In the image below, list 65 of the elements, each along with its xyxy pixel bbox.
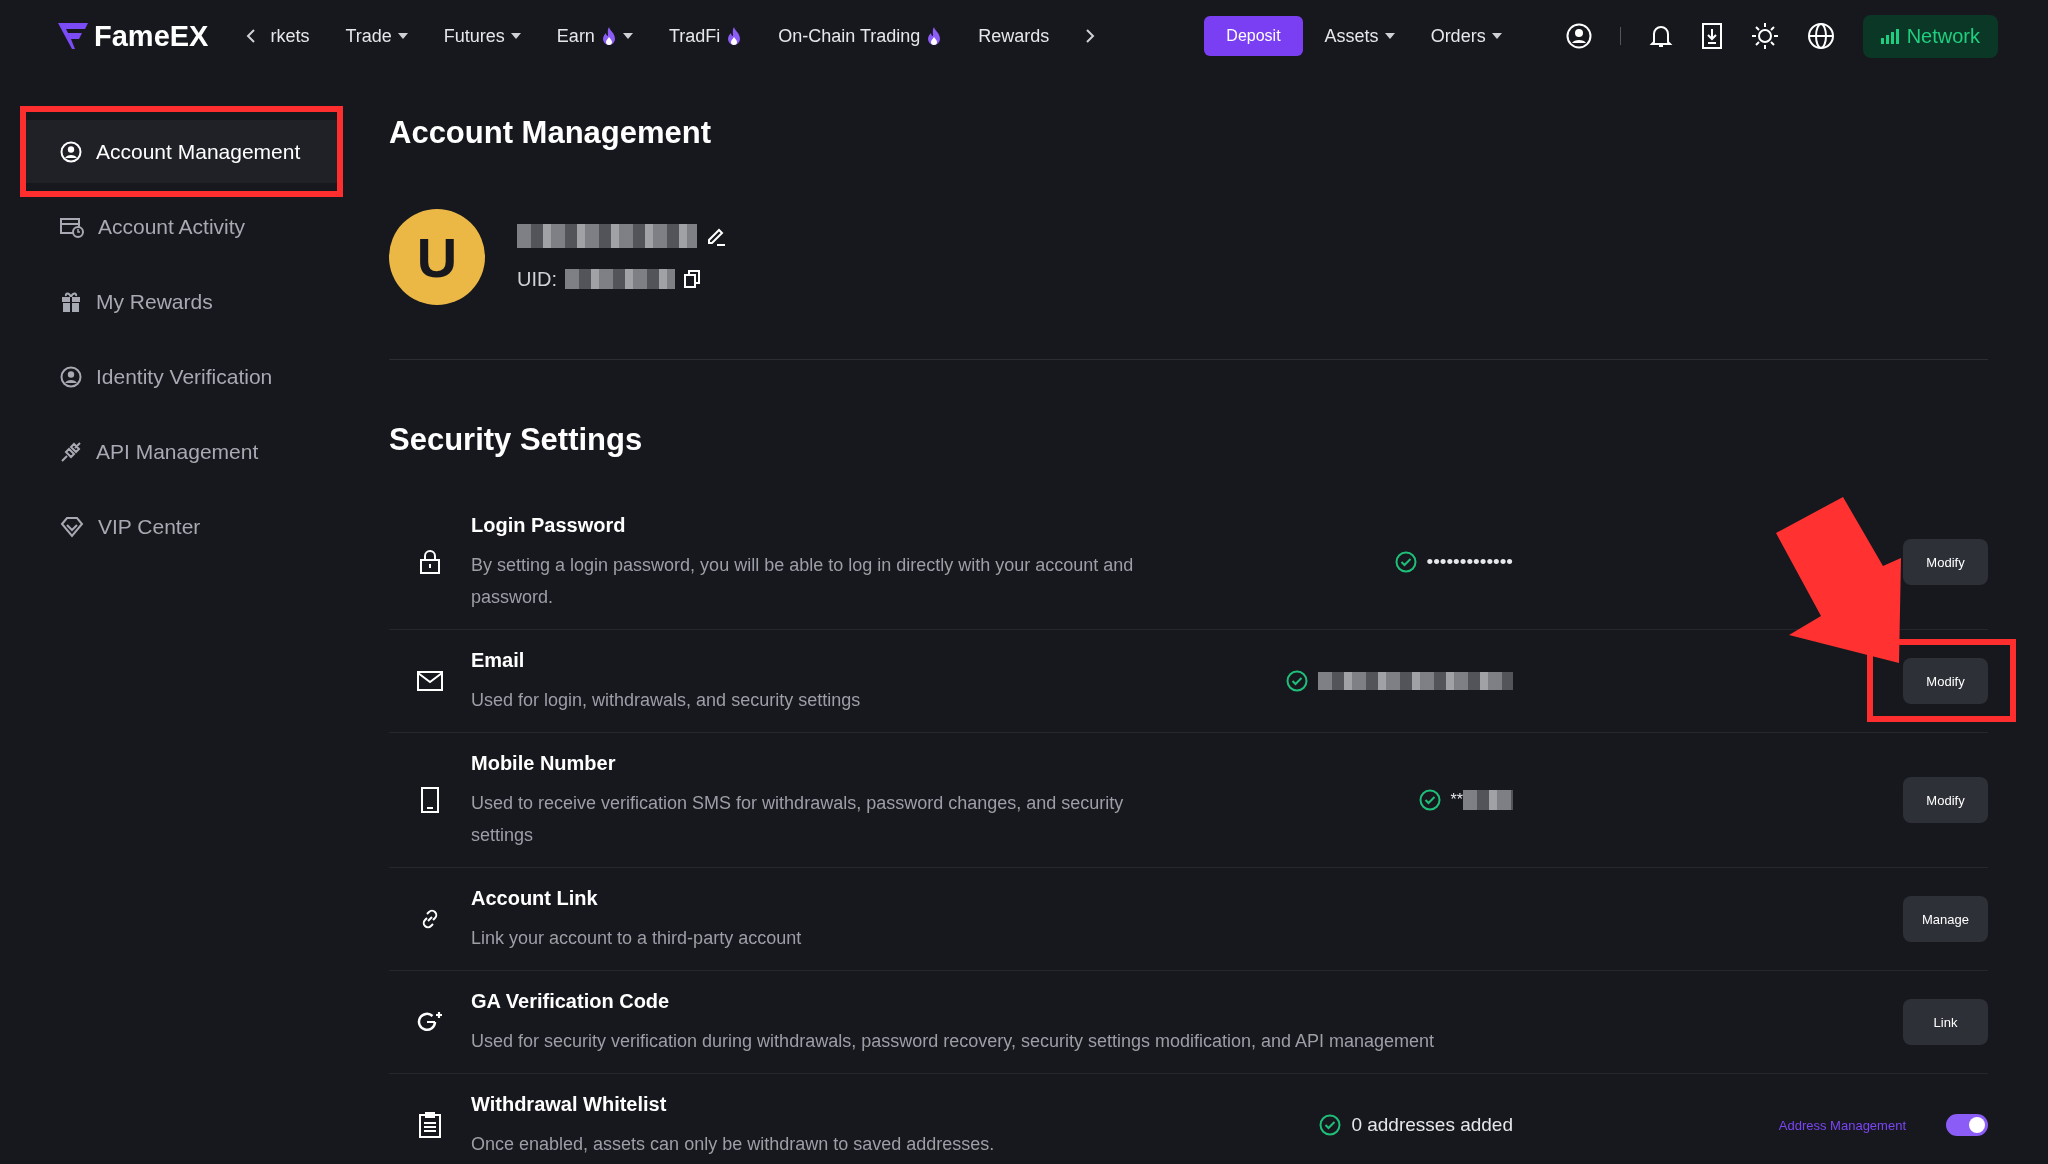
chevron-right-icon[interactable] [1085, 28, 1096, 44]
action-button[interactable]: Manage [1903, 896, 1988, 942]
network-button[interactable]: Network [1862, 14, 1998, 58]
status-text: ••••••••••••• [1426, 551, 1513, 573]
setting-title: Mobile Number [471, 751, 617, 776]
sidebar-item[interactable]: My Rewards [20, 270, 343, 333]
caret-down-icon [1491, 33, 1502, 39]
setting-description: Used to receive verification SMS for withdrawals, password changes, and security settings [471, 792, 1125, 847]
toggle-switch[interactable] [1946, 1114, 1988, 1136]
lock-icon [419, 550, 441, 574]
setting-description: Used for login, withdrawals, and security settings [471, 689, 862, 712]
setting-description: Link your account to a third-party account [471, 927, 803, 950]
nav-menu-item[interactable]: TradFi [668, 25, 743, 47]
deposit-button[interactable]: Deposit [1204, 16, 1303, 56]
nav-menu-item[interactable]: Earn [556, 25, 633, 47]
setting-title: GA Verification Code [471, 989, 671, 1014]
avatar: U [389, 209, 485, 305]
action-button[interactable]: Link [1903, 999, 1988, 1045]
sun-icon[interactable] [1750, 22, 1779, 50]
google-plus-icon [416, 1010, 444, 1034]
setting-title: Email [471, 648, 526, 673]
nav-menu-item[interactable]: Trade [345, 25, 408, 47]
logo-text[interactable]: FameEX [94, 19, 209, 53]
logo-icon[interactable] [58, 23, 88, 49]
bell-icon[interactable] [1648, 23, 1673, 49]
action-button[interactable]: Modify [1903, 658, 1988, 704]
uid-label: UID: [517, 267, 557, 291]
nav-menu-item[interactable]: rkets [270, 25, 310, 47]
signal-icon [1880, 28, 1901, 44]
setting-description: Used for security verification during withdrawals, password recovery, security settings modification, and API management [471, 1030, 1436, 1053]
chevron-left-icon[interactable] [246, 28, 257, 44]
user-icon[interactable] [1565, 23, 1592, 49]
phone-icon [421, 787, 439, 813]
sidebar-item[interactable]: Account Activity [20, 195, 343, 258]
plug-icon [60, 440, 82, 463]
user-icon [60, 140, 82, 163]
setting-title: Withdrawal Whitelist [471, 1092, 668, 1117]
status-text: ** [1450, 791, 1463, 809]
setting-description: By setting a login password, you will be able to log in directly with your account and password. [471, 554, 1135, 609]
nav-menu-item[interactable]: Rewards [978, 25, 1050, 47]
nav-menu-item[interactable]: Futures [443, 25, 521, 47]
mail-icon [417, 671, 443, 691]
nav-menu-item[interactable]: On-Chain Trading [778, 25, 943, 47]
setting-title: Login Password [471, 513, 627, 538]
calendar-clock-icon [60, 215, 84, 238]
nav-menu-item[interactable]: Orders [1430, 25, 1502, 47]
sidebar-item[interactable]: VIP Center [20, 495, 343, 558]
diamond-icon [60, 515, 84, 538]
setting-title: Account Link [471, 886, 599, 911]
page-title: Account Management [389, 117, 713, 148]
sidebar-item[interactable]: Identity Verification [20, 345, 343, 408]
clipboard-icon [419, 1112, 441, 1138]
globe-icon[interactable] [1806, 22, 1835, 50]
download-icon[interactable] [1700, 23, 1723, 49]
nav-menu-item[interactable]: Assets [1324, 25, 1395, 47]
setting-description: Once enabled, assets can only be withdrawn to saved addresses. [471, 1133, 996, 1156]
action-button[interactable]: Modify [1903, 539, 1988, 585]
gift-icon [60, 290, 82, 313]
status-text: 0 addresses added [1351, 1114, 1513, 1136]
section-title: Security Settings [389, 424, 644, 455]
user-icon [60, 365, 82, 388]
copy-icon[interactable] [683, 270, 701, 288]
caret-down-icon [1384, 33, 1395, 39]
sidebar-item[interactable]: API Management [20, 420, 343, 483]
action-button[interactable]: Modify [1903, 777, 1988, 823]
